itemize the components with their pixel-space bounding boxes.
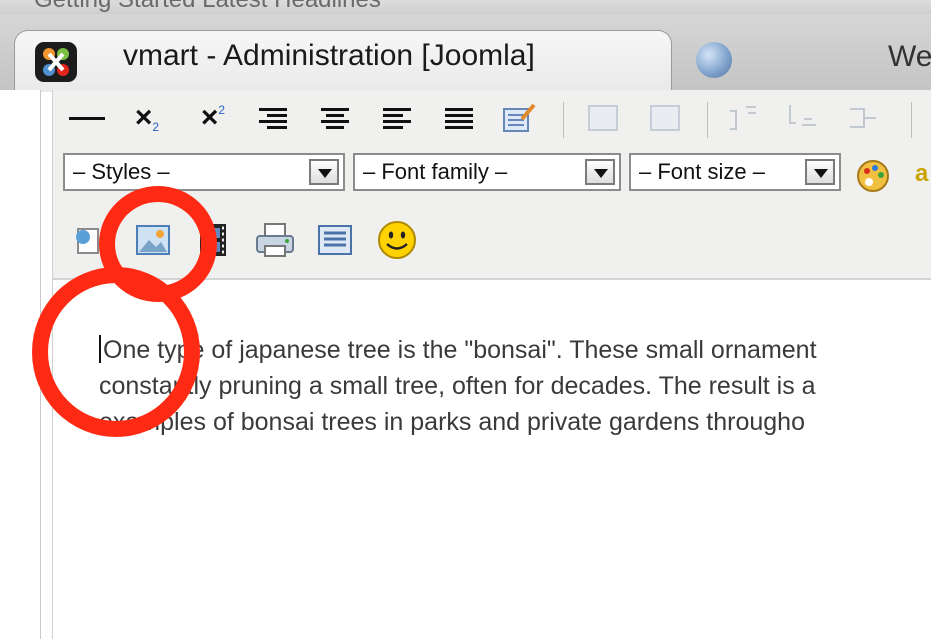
delete-row-icon[interactable] bbox=[843, 98, 883, 138]
text-color-icon[interactable]: a bbox=[915, 160, 931, 186]
subscript-icon[interactable]: × 2 bbox=[127, 98, 167, 138]
chevron-down-icon bbox=[585, 159, 615, 185]
content-line: constantly pruning a small tree, often f… bbox=[99, 372, 816, 400]
font-family-select[interactable]: – Font family – bbox=[353, 153, 621, 191]
styles-select[interactable]: – Styles – bbox=[63, 153, 345, 191]
content-line: One type of japanese tree is the "bonsai… bbox=[99, 332, 931, 368]
row-after-icon[interactable] bbox=[783, 98, 823, 138]
print-icon[interactable] bbox=[255, 220, 295, 260]
styles-select-label: – Styles – bbox=[73, 159, 170, 184]
tab-inactive[interactable]: We bbox=[672, 36, 931, 90]
align-right-icon[interactable] bbox=[253, 98, 293, 138]
table-icon[interactable] bbox=[583, 98, 623, 138]
font-family-select-label: – Font family – bbox=[363, 159, 508, 184]
table-props-icon[interactable] bbox=[645, 98, 685, 138]
palette-icon[interactable] bbox=[853, 156, 893, 196]
content-paragraph: One type of japanese tree is the "bonsai… bbox=[99, 332, 931, 440]
globe-icon bbox=[696, 42, 732, 78]
tab-bar: vmart - Administration [Joomla] We bbox=[0, 14, 931, 92]
joomla-icon bbox=[35, 42, 77, 82]
tab-title: vmart - Administration [Joomla] bbox=[123, 39, 535, 72]
tab-inactive-title: We bbox=[888, 40, 931, 73]
content-line: examples of bonsai trees in parks and pr… bbox=[99, 408, 805, 436]
fullscreen-icon[interactable] bbox=[315, 220, 355, 260]
toolbar-separator bbox=[707, 102, 708, 138]
row-before-icon[interactable] bbox=[723, 98, 763, 138]
align-justify-icon[interactable] bbox=[439, 98, 479, 138]
align-left-icon[interactable] bbox=[377, 98, 417, 138]
superscript-icon[interactable]: × 2 bbox=[193, 98, 233, 138]
toolbar-separator bbox=[911, 102, 912, 138]
annotation-circle-cursor bbox=[32, 267, 200, 437]
bookmarks-text[interactable]: Getting Started Latest Headlines bbox=[34, 0, 381, 14]
horizontal-rule-icon[interactable] bbox=[67, 98, 107, 138]
emoticon-icon[interactable] bbox=[377, 220, 417, 260]
toolbar-row-1: × 2 × 2 bbox=[53, 98, 931, 142]
align-center-icon[interactable] bbox=[315, 98, 355, 138]
chevron-down-icon bbox=[805, 159, 835, 185]
chevron-down-icon bbox=[309, 159, 339, 185]
tab-vmart-admin[interactable]: vmart - Administration [Joomla] bbox=[14, 30, 672, 92]
bookmarks-bar: Getting Started Latest Headlines bbox=[0, 0, 931, 14]
cleanup-icon[interactable] bbox=[499, 98, 539, 138]
toolbar-separator bbox=[563, 102, 564, 138]
font-size-select-label: – Font size – bbox=[639, 159, 765, 184]
font-size-select[interactable]: – Font size – bbox=[629, 153, 841, 191]
